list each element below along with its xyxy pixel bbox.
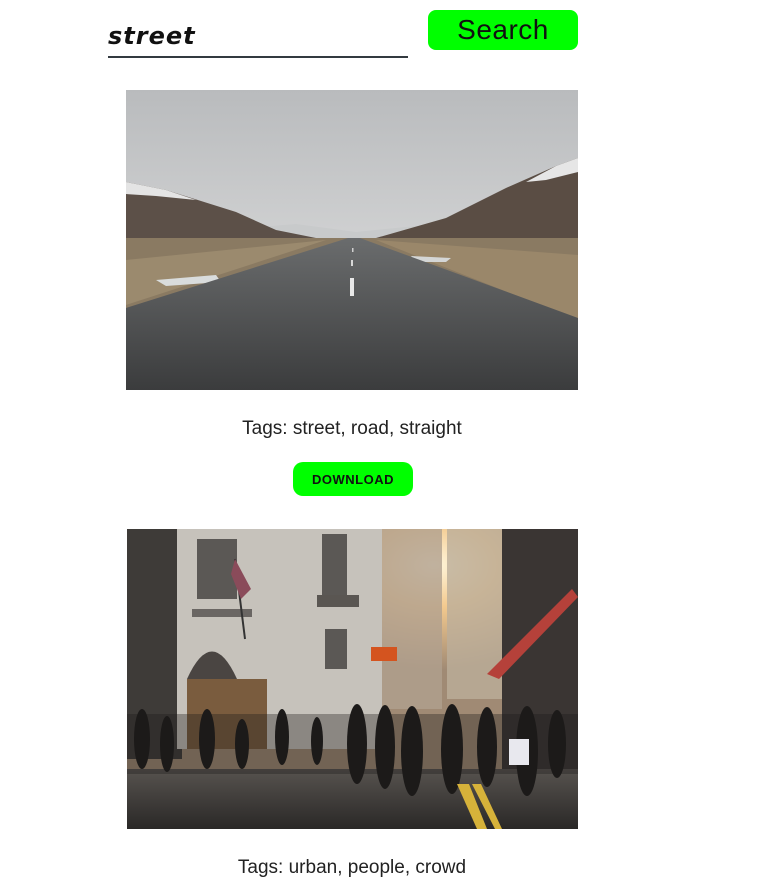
urban-crowd-photo xyxy=(127,529,578,829)
road-photo xyxy=(126,90,578,390)
search-button[interactable]: Search xyxy=(428,10,578,50)
result-tags: Tags: street, road, straight xyxy=(242,418,462,439)
download-button[interactable]: DOWNLOAD xyxy=(293,462,413,496)
search-input[interactable] xyxy=(108,16,408,58)
result-tags: Tags: urban, people, crowd xyxy=(237,857,467,878)
search-bar: Search xyxy=(108,10,578,58)
